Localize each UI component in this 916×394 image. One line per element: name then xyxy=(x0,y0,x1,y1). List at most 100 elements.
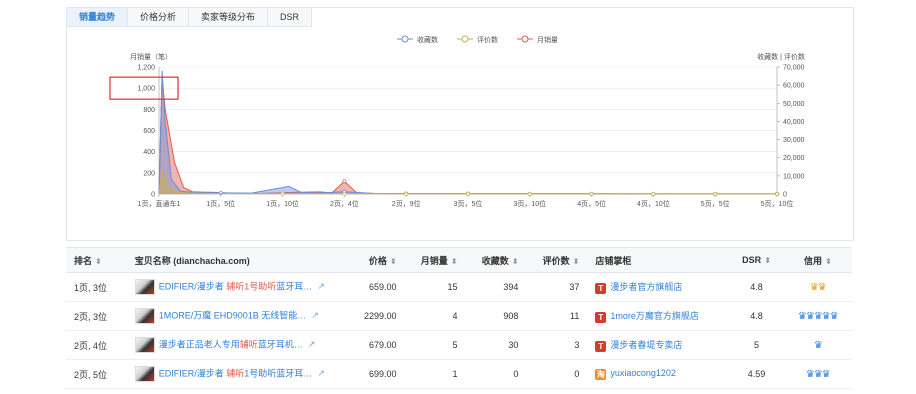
legend-label-0: 收藏数 xyxy=(417,35,438,44)
data-point xyxy=(342,191,347,196)
col-sales[interactable]: 月销量 ⬍ xyxy=(404,247,466,273)
shop-badge-icon: T xyxy=(595,282,607,294)
product-title-link[interactable]: EDIFIER/漫步者 辅听1号助听蓝牙耳… xyxy=(159,281,313,291)
credit-crown-icon: ♛♛♛ xyxy=(805,368,831,380)
favorites-cell: 394 xyxy=(465,272,527,302)
data-point xyxy=(589,191,594,196)
external-link-icon[interactable]: ↗ xyxy=(317,368,325,378)
col-dsr[interactable]: DSR ⬍ xyxy=(729,247,784,273)
series-line-1 xyxy=(158,70,777,195)
credit-cell: ♛♛♛ xyxy=(783,359,852,389)
right-tick-label: 60,000 xyxy=(783,83,805,90)
left-tick-label: 0 xyxy=(151,192,155,199)
table-row: 1页, 3位 EDIFIER/漫步者 辅听1号助听蓝牙耳… ↗ 659.00 15 394… xyxy=(66,272,852,302)
product-thumbnail[interactable] xyxy=(134,337,155,353)
credit-cell: ♛♛♛♛♛ xyxy=(783,301,852,331)
sort-icon[interactable]: ⬍ xyxy=(573,257,580,266)
x-tick-label: 1页，5位 xyxy=(206,199,235,208)
title-cell: EDIFIER/漫步者 辅听1号助听蓝牙耳… ↗ xyxy=(126,359,346,389)
sort-icon[interactable]: ⬍ xyxy=(451,257,458,266)
table-row: 2页, 3位 1MORE/万魔 EHD9001B 无线智能… ↗ 2299.00 4 90… xyxy=(66,301,852,331)
rank-cell: 2页, 3位 xyxy=(66,301,127,331)
product-title-link[interactable]: EDIFIER/漫步者 辅听1号助听蓝牙耳… xyxy=(159,368,313,378)
reviews-cell: 37 xyxy=(526,272,588,302)
sales-cell: 4 xyxy=(404,301,466,331)
reviews-cell: 3 xyxy=(526,330,588,360)
x-tick-label: 5页，10位 xyxy=(761,199,794,208)
sales-cell: 5 xyxy=(404,330,466,360)
shop-cell: T 漫步者春堤专卖店 xyxy=(587,330,730,360)
series-line-0 xyxy=(158,77,777,195)
data-point xyxy=(280,191,285,196)
x-tick-label: 3页，10位 xyxy=(513,199,546,208)
sort-icon[interactable]: ⬍ xyxy=(95,257,102,266)
sort-icon[interactable]: ⬍ xyxy=(512,257,519,266)
external-link-icon[interactable]: ↗ xyxy=(317,281,325,291)
col-credit[interactable]: 信用 ⬍ xyxy=(783,247,852,273)
left-tick-label: 800 xyxy=(143,107,155,114)
credit-crown-icon: ♛♛♛♛♛ xyxy=(797,310,839,322)
tab-sales-trend[interactable]: 销量趋势 xyxy=(67,8,129,27)
external-link-icon[interactable]: ↗ xyxy=(311,310,319,320)
tab-dsr[interactable]: DSR xyxy=(268,8,313,27)
left-tick-label: 200 xyxy=(143,170,155,177)
shop-badge-icon: T xyxy=(595,340,607,352)
shop-cell: T 漫步者官方旗舰店 xyxy=(587,272,730,302)
shop-name-link[interactable]: 漫步者春堤专卖店 xyxy=(610,340,682,350)
right-tick-label: 0 xyxy=(783,192,787,199)
dsr-cell: 5 xyxy=(729,330,784,360)
col-title: 宝贝名称 (dianchacha.com) xyxy=(126,247,346,273)
sort-icon[interactable]: ⬍ xyxy=(825,257,832,266)
x-tick-label: 1页，直通车1 xyxy=(138,199,181,208)
col-shop: 店铺掌柜 xyxy=(587,247,730,273)
col-rank[interactable]: 排名 ⬍ xyxy=(66,247,127,273)
right-tick-label: 10,000 xyxy=(783,173,805,180)
title-cell: 1MORE/万魔 EHD9001B 无线智能… ↗ xyxy=(126,301,346,331)
rank-cell: 2页, 5位 xyxy=(66,359,127,389)
price-cell: 659.00 xyxy=(345,272,405,302)
credit-crown-icon: ♛♛ xyxy=(809,281,827,293)
product-thumbnail[interactable] xyxy=(134,366,155,382)
shop-name-link[interactable]: 漫步者官方旗舰店 xyxy=(610,282,682,292)
left-tick-label: 1,000 xyxy=(137,86,155,93)
x-tick-label: 2页，9位 xyxy=(392,199,421,208)
sort-icon[interactable]: ⬍ xyxy=(764,256,771,265)
data-point xyxy=(342,179,347,184)
tab-seller-level[interactable]: 卖家等级分布 xyxy=(189,8,269,27)
series-area-1 xyxy=(159,70,777,194)
rank-cell: 2页, 4位 xyxy=(66,330,127,360)
data-point xyxy=(775,191,779,196)
right-axis-title: 收藏数 | 评价数 xyxy=(757,52,805,61)
dsr-cell: 4.8 xyxy=(729,301,784,331)
product-thumbnail[interactable] xyxy=(134,308,155,324)
dsr-cell: 4.59 xyxy=(729,359,784,389)
legend-label-2: 月销量 xyxy=(537,35,558,44)
sales-trend-chart: 收藏数 评价数 月销量 月销量（笔） 收藏数 | 评价数 0 200 400 600 800 1,0… xyxy=(67,8,853,240)
shop-cell: T 1more万魔官方旗舰店 xyxy=(587,301,730,331)
product-title-link[interactable]: 漫步者正品老人专用辅听蓝牙耳机… xyxy=(159,339,303,349)
data-point xyxy=(466,191,470,196)
product-title-link[interactable]: 1MORE/万魔 EHD9001B 无线智能… xyxy=(159,310,307,320)
legend-marker-1 xyxy=(461,35,469,43)
legend-marker-2 xyxy=(521,35,529,43)
col-favorites[interactable]: 收藏数 ⬍ xyxy=(465,247,527,273)
external-link-icon[interactable]: ↗ xyxy=(308,339,316,349)
price-cell: 679.00 xyxy=(345,330,405,360)
shop-badge-icon: 淘 xyxy=(595,368,607,380)
series-area-2 xyxy=(159,172,777,194)
sort-icon[interactable]: ⬍ xyxy=(390,257,397,266)
tab-price-analysis[interactable]: 价格分析 xyxy=(128,8,190,27)
shop-name-link[interactable]: 1more万魔官方旗舰店 xyxy=(610,311,699,321)
rank-cell: 1页, 3位 xyxy=(66,272,127,302)
x-tick-label: 1页，10位 xyxy=(266,199,299,208)
dsr-cell: 4.8 xyxy=(729,272,784,302)
series-area-0 xyxy=(159,77,777,194)
table-body: 1页, 3位 EDIFIER/漫步者 辅听1号助听蓝牙耳… ↗ 659.00 15 394… xyxy=(66,272,852,389)
col-price[interactable]: 价格 ⬍ xyxy=(345,247,405,273)
col-reviews[interactable]: 评价数 ⬍ xyxy=(526,247,588,273)
shop-name-link[interactable]: yuxiaocong1202 xyxy=(610,368,676,378)
x-tick-label: 3页，5位 xyxy=(454,199,483,208)
product-thumbnail[interactable] xyxy=(134,279,155,295)
favorites-cell: 908 xyxy=(465,301,527,331)
x-tick-label: 5页，5位 xyxy=(701,199,730,208)
